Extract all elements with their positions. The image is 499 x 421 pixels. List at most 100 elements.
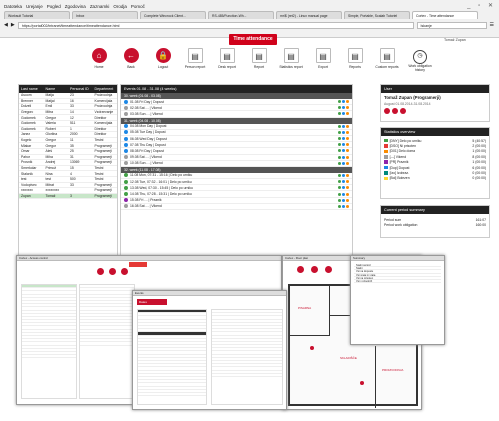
table-cell: Omar (21, 149, 30, 154)
table-cell: Programerji (94, 160, 113, 165)
table-cell: 25 (70, 149, 74, 154)
toolbar-button[interactable]: ⌂ Home (88, 48, 110, 76)
column-header[interactable]: Name (44, 87, 69, 91)
flag-icon (338, 180, 341, 184)
status-dot-icon (124, 161, 128, 166)
home-icon[interactable] (297, 266, 304, 273)
statistics-name: [---] Vikend (389, 154, 407, 159)
toolbar-button[interactable]: ▤ Report (248, 48, 270, 76)
door-marker-icon[interactable] (310, 346, 314, 350)
event-text: 11.08 Mon, 07:31 - 15:16 | Delo po urnik… (130, 173, 193, 178)
door-marker-icon[interactable] (360, 381, 364, 385)
table-cell: Programerji (94, 143, 113, 148)
lock-icon[interactable] (325, 266, 332, 273)
calendar-icon[interactable] (392, 108, 398, 114)
table-row[interactable]: Zupan Tomaž 3 Programerji (19, 193, 117, 200)
flag-icon (342, 143, 345, 147)
event-flags (338, 130, 349, 134)
table-cell: Mitra (45, 110, 54, 115)
menu-icon[interactable]: ☰ (490, 22, 494, 28)
url-bar[interactable]: https://portal002/intranet/timeattendanc… (17, 21, 414, 29)
home-icon[interactable] (97, 268, 104, 275)
table-cell: Mitrat (45, 182, 54, 187)
prev-icon[interactable] (384, 108, 390, 114)
browser-chrome: Datoteka Urejanje Pogled Zgodovina Zaznamki O… (0, 0, 499, 38)
flag-icon (342, 149, 345, 153)
toolbar-button[interactable]: ← Back (120, 48, 142, 76)
flag-icon (338, 204, 341, 208)
statistics-value: 5 (40:57) (472, 138, 486, 143)
browser-tab[interactable]: Worksuit Tutorial (4, 11, 70, 19)
browser-tab[interactable]: Simple, Portable, Scalab Tutoriel (344, 11, 410, 19)
menu-item[interactable]: Zaznamki (90, 4, 110, 9)
flag-icon (338, 106, 341, 110)
browser-tab[interactable]: mr\$ (ret2) - Linux manual page (276, 11, 342, 19)
table-cell: Testni (94, 138, 104, 143)
table-cell: 16 (70, 98, 74, 103)
forward-nav-icon[interactable]: ▶ (11, 22, 15, 28)
toolbar-button-label: Report (253, 65, 265, 69)
toolbar-button[interactable]: ▤ Reports (344, 48, 366, 76)
back-icon[interactable] (311, 266, 318, 273)
event-text: 05.08 Tue Day | Dopust (130, 130, 166, 135)
window-controls[interactable]: _ ▫ ✕ (467, 2, 496, 9)
home-icon: ⌂ (91, 48, 107, 63)
toolbar-button[interactable]: ▤ Statistics report (279, 48, 303, 76)
work-obligation-button[interactable]: ◷ Work obligation history (405, 50, 435, 72)
event-row[interactable]: 16.08 Sat - - | Vikend (121, 204, 352, 210)
flag-icon (342, 204, 345, 208)
table-cell: Nina (45, 171, 53, 176)
table-cell: xxxxxxx (21, 188, 33, 193)
table-cell: Valeria (45, 121, 56, 126)
search-input[interactable]: Iskanje (416, 21, 487, 29)
flag-icon (338, 143, 341, 147)
table-cell: Mlakar (21, 143, 32, 148)
toolbar-button[interactable]: ▤ Custom reports (375, 48, 399, 76)
menu-item[interactable]: Pogled (47, 4, 61, 9)
lock-icon[interactable] (121, 268, 128, 275)
menu-item[interactable]: Pomoč (131, 4, 145, 9)
browser-tab[interactable]: Complete Wincrock Client... (140, 11, 206, 19)
statistics-list: [DNY] Delo po urniku 5 (40:57) [DSO] Ni pr… (381, 136, 489, 181)
toolbar-button[interactable]: 🔒 Logout (152, 48, 174, 76)
table-cell: Programerji (94, 193, 113, 198)
event-flags (338, 155, 349, 159)
table-cell: 31 (70, 154, 74, 159)
back-nav-icon[interactable]: ◀ (4, 22, 8, 28)
table-cell: Godomek (21, 121, 36, 126)
menu-item[interactable]: Zgodovina (65, 4, 86, 9)
column-header[interactable]: Last name (19, 87, 44, 91)
toolbar-button[interactable]: ▤ Desk report (216, 48, 238, 76)
flag-icon (342, 155, 345, 159)
table-cell: Stalcnik (21, 171, 33, 176)
toolbar-button[interactable]: ▤ Person report (184, 48, 206, 76)
menu-item[interactable]: Datoteka (4, 4, 22, 9)
event-flags (338, 161, 349, 165)
events-detail-table (137, 309, 207, 405)
table-cell: xxxxxxxx (45, 188, 60, 193)
table-cell: Andrej (45, 160, 56, 165)
event-flags (338, 106, 349, 110)
tab-dates[interactable]: Dates (137, 299, 167, 305)
back-icon[interactable] (109, 268, 116, 275)
browser-tab[interactable]: Cortex - Time attendance (412, 11, 478, 19)
events-detail-tree (211, 309, 283, 405)
event-flags (338, 112, 349, 116)
browser-tab[interactable]: Inbox (72, 11, 138, 19)
toolbar-button-label: Back (127, 65, 135, 69)
event-text: 12.08 Tue, 07:32 - 16:01 | Delo po urnik… (130, 179, 192, 184)
flag-icon (338, 137, 341, 141)
table-cell: Emil (45, 104, 53, 109)
column-header[interactable]: Department (93, 87, 118, 91)
menu-item[interactable]: Orodja (113, 4, 127, 9)
next-icon[interactable] (400, 108, 406, 114)
table-cell: Pahor (21, 154, 31, 159)
menu-item[interactable]: Urejanje (26, 4, 43, 9)
window-a-title-badge (129, 262, 147, 267)
browser-tab[interactable]: RS-485/Function-Wh... (208, 11, 274, 19)
address-row: ◀ ▶ https://portal002/intranet/timeatten… (4, 21, 494, 29)
column-header[interactable]: Personal ID (68, 87, 93, 91)
toolbar-button[interactable]: ▤ Export (312, 48, 334, 76)
summary-value: 160:00 (475, 223, 486, 228)
user-panel: User Tomaž Zupan (Programerji) August 01… (380, 84, 490, 122)
